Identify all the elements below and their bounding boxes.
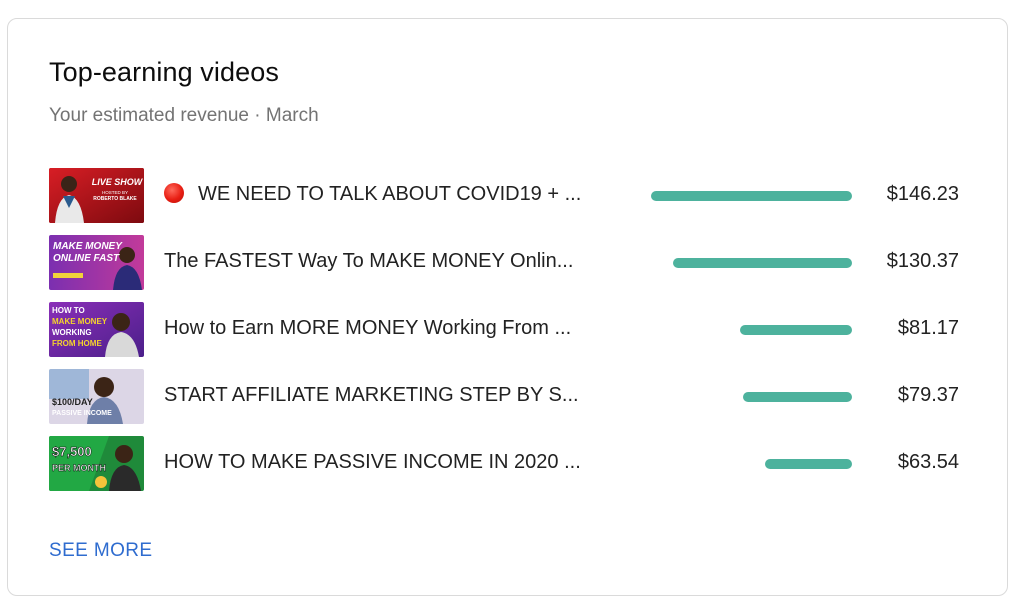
thumbnail-text: FROM HOME bbox=[52, 339, 102, 348]
thumbnail-text: $100/DAY bbox=[52, 397, 93, 407]
revenue-bar bbox=[673, 258, 852, 268]
video-title-text: WE NEED TO TALK ABOUT COVID19 + ... bbox=[198, 183, 582, 205]
thumbnail-text: MAKE MONEY bbox=[52, 317, 108, 326]
video-title[interactable]: How to Earn MORE MONEY Working From ... bbox=[164, 317, 594, 340]
revenue-bar bbox=[651, 191, 852, 201]
thumbnail-text: PER MONTH bbox=[52, 463, 106, 473]
revenue-amount: $81.17 bbox=[897, 317, 959, 339]
thumbnail-text: ONLINE FAST bbox=[53, 253, 120, 264]
thumbnail-text: WORKING bbox=[52, 328, 92, 337]
thumbnail-text: $7,500 bbox=[52, 444, 92, 459]
revenue-amount: $146.23 bbox=[886, 183, 959, 205]
red-circle-icon bbox=[164, 183, 184, 203]
revenue-amount: $130.37 bbox=[886, 250, 959, 272]
video-title[interactable]: START AFFILIATE MARKETING STEP BY S... bbox=[164, 384, 594, 407]
see-more-link[interactable]: SEE MORE bbox=[49, 540, 153, 562]
revenue-bar bbox=[765, 459, 852, 469]
thumbnail-text: LIVE SHOW bbox=[92, 177, 144, 187]
video-thumbnail[interactable]: LIVE SHOW HOSTED BY ROBERTO BLAKE bbox=[49, 168, 144, 223]
thumbnail-text: PASSIVE INCOME bbox=[52, 410, 112, 417]
video-row[interactable]: $7,500 PER MONTH HOW TO MAKE PASSIVE INC… bbox=[49, 436, 959, 492]
video-thumbnail[interactable]: $7,500 PER MONTH bbox=[49, 436, 144, 491]
video-row[interactable]: MAKE MONEY ONLINE FAST The FASTEST Way T… bbox=[49, 235, 959, 291]
video-title[interactable]: WE NEED TO TALK ABOUT COVID19 + ... bbox=[164, 183, 594, 206]
thumbnail-text: ROBERTO BLAKE bbox=[93, 196, 137, 202]
card-title: Top-earning videos bbox=[49, 57, 279, 87]
thumbnail-text: HOSTED BY bbox=[102, 190, 128, 195]
video-title[interactable]: The FASTEST Way To MAKE MONEY Onlin... bbox=[164, 250, 594, 273]
video-row[interactable]: $100/DAY PASSIVE INCOME START AFFILIATE … bbox=[49, 369, 959, 425]
thumbnail-text: MAKE MONEY bbox=[53, 241, 123, 252]
revenue-amount: $63.54 bbox=[897, 451, 959, 473]
revenue-bar bbox=[743, 392, 852, 402]
top-earning-videos-card: Top-earning videos Your estimated revenu… bbox=[7, 18, 1008, 596]
video-title[interactable]: HOW TO MAKE PASSIVE INCOME IN 2020 ... bbox=[164, 451, 594, 474]
video-row[interactable]: LIVE SHOW HOSTED BY ROBERTO BLAKE WE NEE… bbox=[49, 168, 959, 224]
revenue-amount: $79.37 bbox=[897, 384, 959, 406]
revenue-bar bbox=[740, 325, 852, 335]
thumbnail-text: HOW TO bbox=[52, 306, 85, 315]
video-thumbnail[interactable]: MAKE MONEY ONLINE FAST bbox=[49, 235, 144, 290]
video-row[interactable]: HOW TO MAKE MONEY WORKING FROM HOME How … bbox=[49, 302, 959, 358]
video-thumbnail[interactable]: HOW TO MAKE MONEY WORKING FROM HOME bbox=[49, 302, 144, 357]
card-subtitle: Your estimated revenue · March bbox=[49, 105, 319, 126]
video-thumbnail[interactable]: $100/DAY PASSIVE INCOME bbox=[49, 369, 144, 424]
